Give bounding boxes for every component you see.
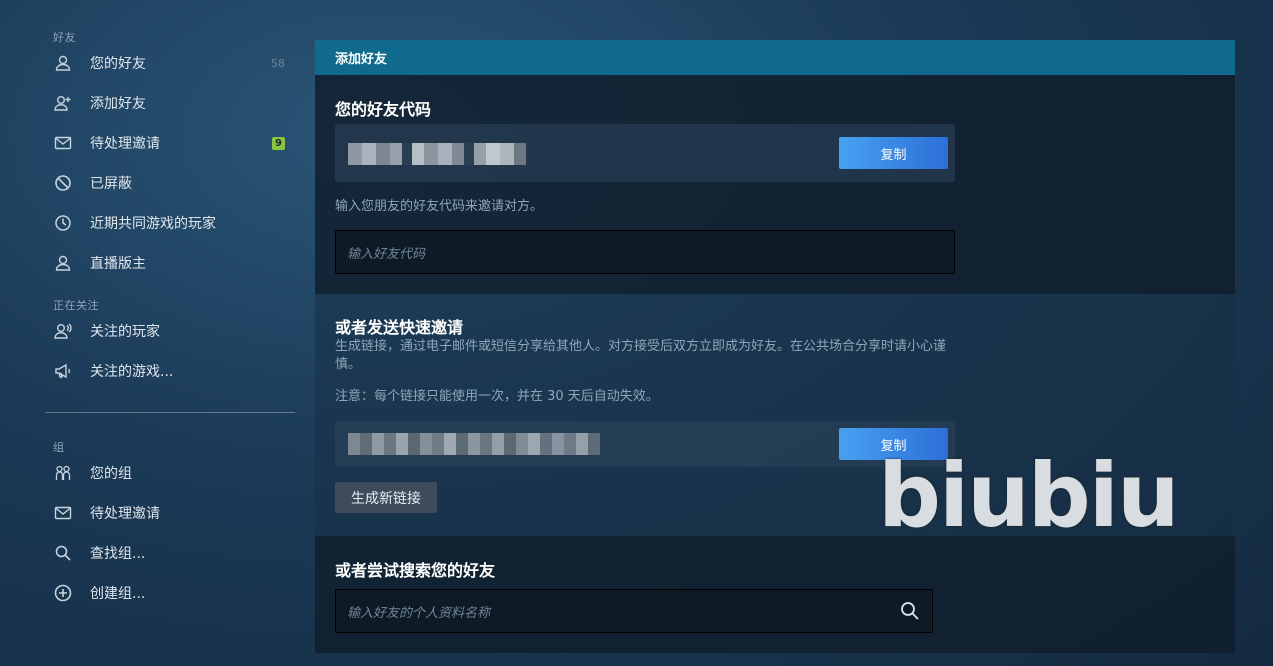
sidebar-item-recent-players[interactable]: 近期共同游戏的玩家	[45, 207, 295, 239]
profile-name-search-input[interactable]: 输入好友的个人资料名称	[335, 589, 933, 633]
search-placeholder: 输入好友的个人资料名称	[347, 605, 491, 621]
sidebar-item-label: 您的组	[90, 466, 132, 482]
sidebar-item-label: 已屏蔽	[90, 176, 132, 192]
sidebar-item-label: 待处理邀请	[90, 506, 160, 522]
clock-icon	[45, 214, 81, 232]
copy-friend-code-button[interactable]: 复制	[839, 137, 948, 169]
sidebar-item-stream-moderators[interactable]: 直播版主	[45, 247, 295, 279]
generate-new-link-button[interactable]: 生成新链接	[335, 482, 437, 513]
sidebar-item-your-friends[interactable]: 您的好友 58	[45, 47, 295, 79]
sidebar: 好友 您的好友 58 添加好友 待处理邀请 9 已屏蔽 近期共同游戏的玩家 直播…	[0, 0, 310, 666]
sidebar-item-your-groups[interactable]: 您的组	[45, 457, 295, 489]
envelope-icon	[45, 504, 81, 522]
user-icon	[45, 54, 81, 72]
invite-count-badge: 9	[272, 136, 285, 150]
panel-header: 添加好友	[315, 40, 1235, 75]
groups-section-header: 组	[53, 441, 65, 454]
blocked-icon	[45, 174, 81, 192]
friend-code-redacted	[348, 143, 526, 165]
friend-code-box: 复制	[335, 124, 955, 182]
sidebar-item-label: 您的好友	[90, 56, 146, 72]
sidebar-item-find-groups[interactable]: 查找组...	[45, 537, 295, 569]
megaphone-icon	[45, 362, 81, 380]
sidebar-item-label: 待处理邀请	[90, 136, 160, 152]
friend-code-input[interactable]: 输入好友代码	[335, 230, 955, 274]
sidebar-item-label: 添加好友	[90, 96, 146, 112]
sidebar-item-pending-invites[interactable]: 待处理邀请 9	[45, 127, 295, 159]
group-icon	[45, 464, 81, 482]
sidebar-item-followed-games[interactable]: 关注的游戏...	[45, 355, 295, 387]
friend-count: 58	[271, 56, 285, 70]
sidebar-item-label: 关注的游戏...	[90, 364, 174, 380]
search-icon	[45, 544, 81, 562]
search-friends-section: 或者尝试搜索您的好友 输入好友的个人资料名称	[315, 536, 1235, 653]
sidebar-item-add-friend[interactable]: 添加好友	[45, 87, 295, 119]
sidebar-divider	[45, 412, 295, 413]
sidebar-item-label: 关注的玩家	[90, 324, 160, 340]
plus-circle-icon	[45, 584, 81, 602]
envelope-icon	[45, 134, 81, 152]
sidebar-item-label: 创建组...	[90, 586, 146, 602]
sidebar-item-label: 查找组...	[90, 546, 146, 562]
invite-link-redacted	[348, 433, 600, 455]
add-friend-panel: 添加好友 您的好友代码 复制 输入您朋友的好友代码来邀请对方。 输入好友代码 或…	[315, 40, 1235, 653]
quick-invite-note: 注意：每个链接只能使用一次，并在 30 天后自动失效。	[335, 389, 659, 404]
sidebar-item-label: 近期共同游戏的玩家	[90, 216, 216, 232]
friend-code-section: 您的好友代码 复制 输入您朋友的好友代码来邀请对方。 输入好友代码	[315, 75, 1235, 294]
user-icon	[45, 254, 81, 272]
sidebar-item-group-invites[interactable]: 待处理邀请	[45, 497, 295, 529]
sidebar-item-create-group[interactable]: 创建组...	[45, 577, 295, 609]
invite-link-box: 复制	[335, 421, 955, 467]
quick-invite-title: 或者发送快速邀请	[335, 318, 464, 337]
watermark-text: biubiu	[878, 444, 1180, 547]
friends-section-header: 好友	[53, 31, 76, 44]
sidebar-item-label: 直播版主	[90, 256, 146, 272]
friend-code-title: 您的好友代码	[335, 100, 432, 119]
add-user-icon	[45, 94, 81, 112]
friend-code-hint: 输入您朋友的好友代码来邀请对方。	[335, 199, 544, 214]
sidebar-item-blocked[interactable]: 已屏蔽	[45, 167, 295, 199]
sidebar-item-followed-players[interactable]: 关注的玩家	[45, 315, 295, 347]
follow-user-icon	[45, 322, 81, 340]
search-friends-title: 或者尝试搜索您的好友	[335, 561, 496, 580]
search-icon[interactable]	[900, 601, 920, 621]
following-section-header: 正在关注	[53, 299, 99, 312]
quick-invite-description: 生成链接，通过电子邮件或短信分享给其他人。对方接受后双方立即成为好友。在公共场合…	[335, 339, 947, 372]
